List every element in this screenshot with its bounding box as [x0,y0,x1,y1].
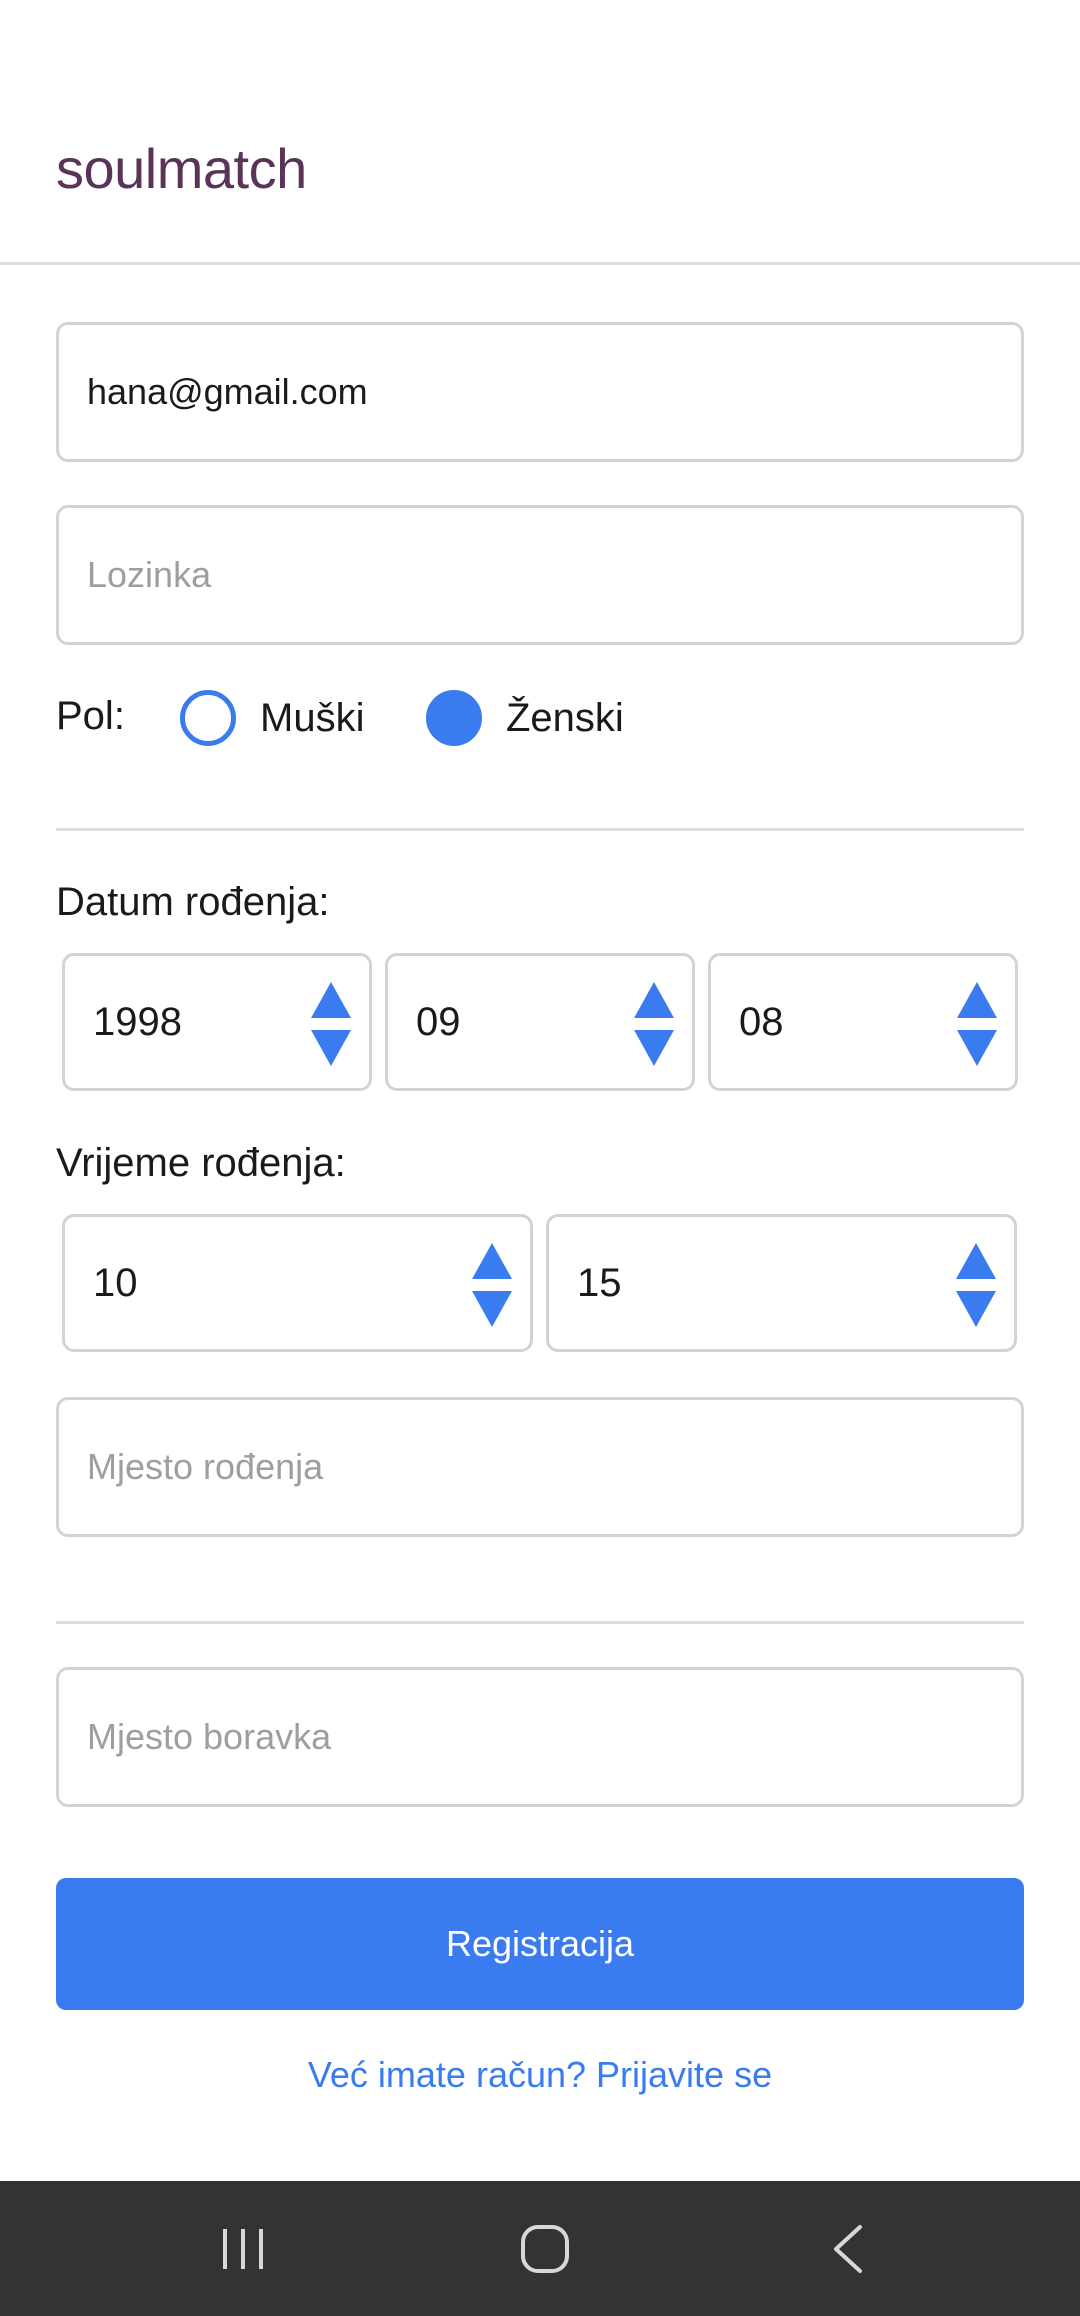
email-input[interactable] [59,325,1021,459]
birth-hour-value: 10 [93,1261,138,1305]
radio-unchecked-icon[interactable] [180,690,236,746]
spinner-arrows [956,1243,996,1327]
radio-checked-icon[interactable] [426,690,482,746]
birth-month-spinner[interactable]: 09 [385,953,695,1091]
login-link[interactable]: Već imate račun? Prijavite se [0,2054,1080,2096]
gender-label: Pol: [56,694,125,738]
decrement-arrow-icon[interactable] [957,1030,997,1066]
system-navigation-bar [0,2181,1080,2316]
increment-arrow-icon[interactable] [311,982,351,1018]
spinner-arrows [311,982,351,1066]
divider [56,1621,1024,1624]
home-icon[interactable] [475,2181,615,2316]
increment-arrow-icon[interactable] [634,982,674,1018]
divider [56,828,1024,831]
birth-minute-value: 15 [577,1261,622,1305]
residence-input[interactable] [59,1670,1021,1804]
birth-date-label: Datum rođenja: [56,880,330,924]
gender-option-female[interactable]: Ženski [426,690,624,746]
increment-arrow-icon[interactable] [956,1243,996,1279]
birth-time-label: Vrijeme rođenja: [56,1141,346,1185]
decrement-arrow-icon[interactable] [634,1030,674,1066]
birth-day-value: 08 [739,1000,784,1044]
birth-day-spinner[interactable]: 08 [708,953,1018,1091]
birth-place-field[interactable] [56,1397,1024,1537]
increment-arrow-icon[interactable] [957,982,997,1018]
birth-place-input[interactable] [59,1400,1021,1534]
birth-year-spinner[interactable]: 1998 [62,953,372,1091]
gender-radio-group: Pol: Muški Ženski [56,690,1024,746]
password-field[interactable] [56,505,1024,645]
gender-option-female-label: Ženski [506,695,624,740]
increment-arrow-icon[interactable] [472,1243,512,1279]
decrement-arrow-icon[interactable] [472,1291,512,1327]
spinner-arrows [634,982,674,1066]
recent-apps-icon[interactable] [173,2181,313,2316]
birth-month-value: 09 [416,1000,461,1044]
birth-hour-spinner[interactable]: 10 [62,1214,533,1352]
registration-screen: soulmatch Pol: Muški Ženski Datum rođenj… [0,0,1080,2316]
email-field[interactable] [56,322,1024,462]
birth-year-value: 1998 [93,1000,182,1044]
gender-option-male[interactable]: Muški [180,690,364,746]
app-title: soulmatch [56,137,307,200]
password-input[interactable] [59,508,1021,642]
decrement-arrow-icon[interactable] [956,1291,996,1327]
back-icon[interactable] [778,2181,918,2316]
residence-field[interactable] [56,1667,1024,1807]
decrement-arrow-icon[interactable] [311,1030,351,1066]
register-button[interactable]: Registracija [56,1878,1024,2010]
gender-option-male-label: Muški [260,695,365,740]
birth-minute-spinner[interactable]: 15 [546,1214,1017,1352]
spinner-arrows [957,982,997,1066]
spinner-arrows [472,1243,512,1327]
app-header: soulmatch [0,0,1080,265]
